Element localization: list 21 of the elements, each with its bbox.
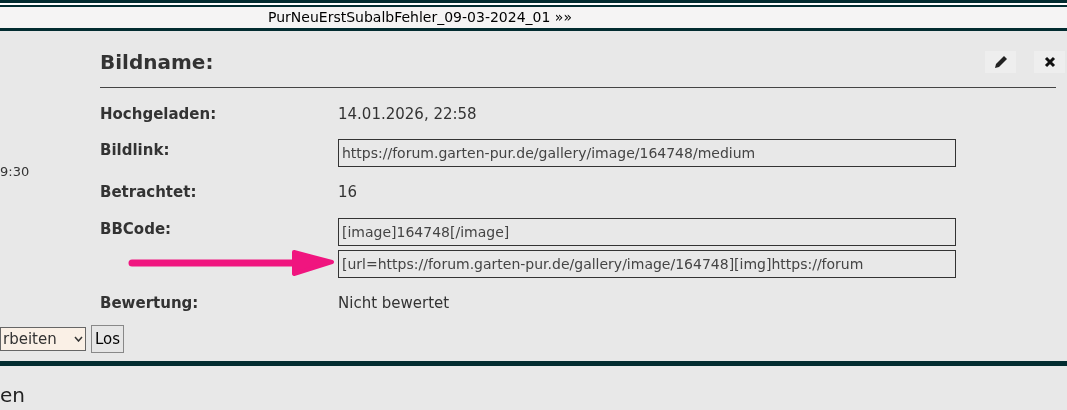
pencil-icon: [993, 54, 1008, 69]
field-value: 16: [338, 182, 358, 203]
field-value: 14.01.2026, 22:58: [338, 103, 477, 125]
code-field[interactable]: [image]164748[/image]: [338, 217, 956, 246]
field-label: Bewertung:: [100, 292, 200, 314]
timestamp: 9:30: [0, 163, 30, 179]
code-field[interactable]: [url=https://forum.garten-pur.de/gallery/image/164748][img]https://forum: [338, 249, 956, 278]
field-value: Nicht bewertet: [338, 292, 450, 314]
image-name-heading: Bildname:: [100, 48, 214, 76]
section-heading: en: [0, 383, 25, 407]
code-field[interactable]: https://forum.garten-pur.de/gallery/image/164748/medium: [338, 139, 956, 167]
go-button[interactable]: Los: [91, 325, 125, 353]
close-button[interactable]: [1034, 50, 1065, 73]
field-label: Bildlink:: [100, 140, 171, 161]
field-label: BBCode:: [100, 218, 173, 240]
chevron-down-icon: [74, 336, 83, 342]
field-label: Betrachtet:: [100, 182, 198, 203]
edit-button[interactable]: [985, 50, 1016, 73]
field-label: Hochgeladen:: [100, 103, 218, 125]
action-select[interactable]: rbeiten: [0, 327, 86, 351]
close-icon: [1043, 55, 1056, 68]
